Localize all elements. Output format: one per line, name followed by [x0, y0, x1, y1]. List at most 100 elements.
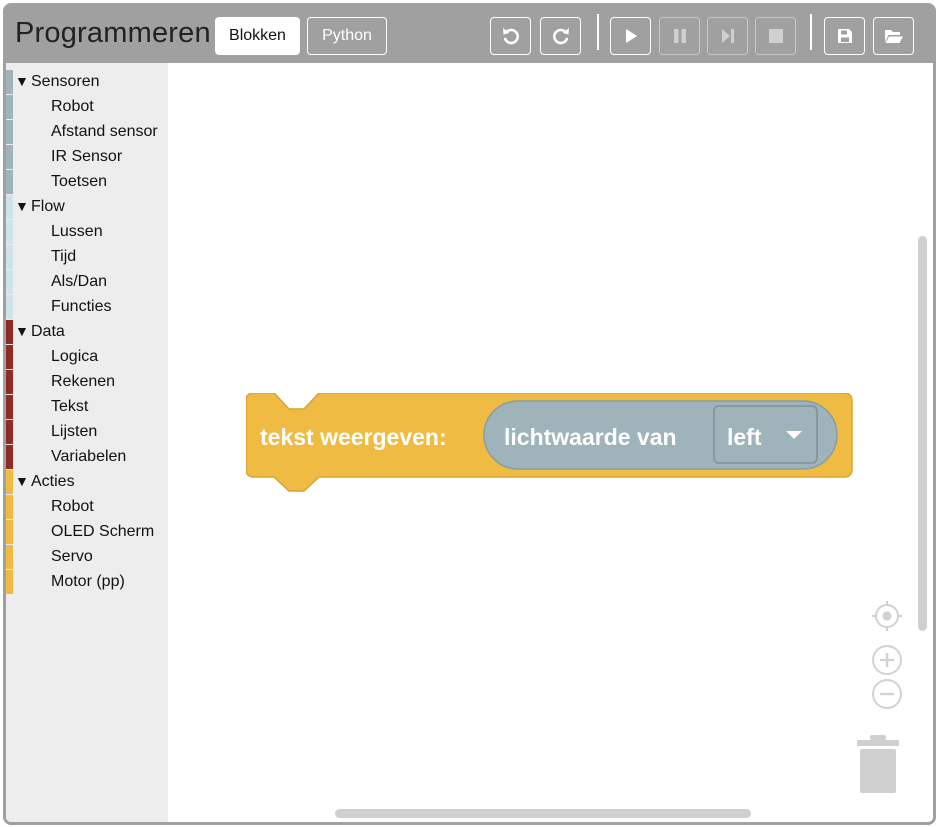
item-label: Rekenen — [51, 373, 116, 390]
toolbox-item[interactable]: OLED Scherm — [6, 520, 168, 545]
block-display-text[interactable]: tekst weergeven: lichtwaarde van left — [246, 393, 856, 493]
category-color-bar — [6, 245, 13, 269]
save-icon — [837, 29, 852, 43]
category-color-bar — [6, 195, 13, 219]
item-label: Robot — [51, 498, 94, 515]
category-label: Acties — [31, 473, 75, 490]
toolbox-item[interactable]: Lijsten — [6, 420, 168, 445]
item-label: Tekst — [51, 398, 89, 415]
category-color-bar — [6, 420, 13, 444]
pause-button[interactable] — [659, 17, 700, 55]
category-color-bar — [6, 270, 13, 294]
category-label: Flow — [31, 198, 65, 215]
stop-button[interactable] — [755, 17, 796, 55]
horizontal-scrollbar[interactable] — [335, 809, 751, 818]
sensor-dropdown[interactable]: left — [713, 405, 818, 464]
light-value-label: lichtwaarde van — [504, 424, 677, 450]
header-bar: Programmeren Blokken Python — [6, 6, 933, 63]
category-color-bar — [6, 345, 13, 369]
category-color-bar — [6, 95, 13, 119]
toolbar-divider — [810, 14, 812, 50]
category-color-bar — [6, 320, 13, 344]
category-color-bar — [6, 70, 13, 94]
toolbox-item[interactable]: Afstand sensor — [6, 120, 168, 145]
item-label: Logica — [51, 348, 99, 365]
item-label: Lijsten — [51, 423, 98, 440]
redo-icon — [552, 28, 569, 45]
toolbox-category[interactable]: ▼ Acties — [6, 470, 168, 495]
category-color-bar — [6, 370, 13, 394]
recenter-icon[interactable] — [871, 600, 903, 632]
expand-triangle-icon: ▼ — [15, 323, 29, 339]
toolbox-item[interactable]: Tijd — [6, 245, 168, 270]
toolbox-item[interactable]: Rekenen — [6, 370, 168, 395]
toolbox-item[interactable]: Toetsen — [6, 170, 168, 195]
item-label: Functies — [51, 298, 112, 315]
toolbar-divider — [597, 14, 599, 50]
undo-icon — [502, 28, 519, 45]
toolbox-item[interactable]: Robot — [6, 95, 168, 120]
save-button[interactable] — [824, 17, 865, 55]
item-label: Als/Dan — [51, 273, 108, 290]
category-color-bar — [6, 120, 13, 144]
python-mode-button[interactable]: Python — [307, 17, 387, 55]
open-button[interactable] — [873, 17, 914, 55]
category-color-bar — [6, 445, 13, 469]
item-label: OLED Scherm — [51, 523, 155, 540]
category-label: Data — [31, 323, 65, 340]
redo-button[interactable] — [540, 17, 581, 55]
expand-triangle-icon: ▼ — [15, 198, 29, 214]
content-area: ▼ Sensoren Robot Afstand sensor IR Sensor Toe… — [6, 63, 933, 822]
undo-button[interactable] — [490, 17, 531, 55]
blocks-workspace[interactable]: tekst weergeven: lichtwaarde van left — [168, 63, 933, 822]
category-color-bar — [6, 545, 13, 569]
toolbox-item[interactable]: Robot — [6, 495, 168, 520]
dropdown-value: left — [727, 424, 762, 450]
step-button[interactable] — [707, 17, 748, 55]
app-frame: Programmeren Blokken Python ▼ Sensoren R… — [3, 3, 936, 825]
play-icon — [625, 29, 637, 43]
item-label: Tijd — [51, 248, 77, 265]
app-title: Programmeren — [15, 17, 211, 49]
category-color-bar — [6, 220, 13, 244]
stop-icon — [768, 29, 783, 43]
category-color-bar — [6, 495, 13, 519]
item-label: Robot — [51, 98, 94, 115]
toolbox: ▼ Sensoren Robot Afstand sensor IR Sensor Toe… — [6, 63, 168, 822]
folder-open-icon — [884, 30, 903, 43]
category-color-bar — [6, 145, 13, 169]
toolbox-category[interactable]: ▼ Sensoren — [6, 70, 168, 95]
category-color-bar — [6, 520, 13, 544]
expand-triangle-icon: ▼ — [15, 73, 29, 89]
category-color-bar — [6, 295, 13, 319]
step-icon — [721, 29, 734, 43]
category-color-bar — [6, 570, 13, 594]
vertical-scrollbar[interactable] — [918, 236, 927, 631]
zoom-in-icon[interactable] — [871, 644, 903, 676]
item-label: IR Sensor — [51, 148, 123, 165]
item-label: Variabelen — [51, 448, 127, 465]
toolbox-category[interactable]: ▼ Data — [6, 320, 168, 345]
play-button[interactable] — [610, 17, 651, 55]
pause-icon — [673, 29, 686, 43]
trash-icon[interactable] — [856, 735, 900, 793]
toolbox-item[interactable]: Logica — [6, 345, 168, 370]
category-label: Sensoren — [31, 73, 100, 90]
item-label: Toetsen — [51, 173, 108, 190]
toolbox-item[interactable]: Tekst — [6, 395, 168, 420]
toolbox-item[interactable]: Motor (pp) — [6, 570, 168, 595]
toolbox-item[interactable]: Lussen — [6, 220, 168, 245]
toolbox-item[interactable]: Variabelen — [6, 445, 168, 470]
toolbox-item[interactable]: Servo — [6, 545, 168, 570]
toolbox-item[interactable]: IR Sensor — [6, 145, 168, 170]
toolbox-category[interactable]: ▼ Flow — [6, 195, 168, 220]
toolbox-item[interactable]: Als/Dan — [6, 270, 168, 295]
blocks-mode-button[interactable]: Blokken — [215, 17, 300, 55]
item-label: Lussen — [51, 223, 103, 240]
toolbox-item[interactable]: Functies — [6, 295, 168, 320]
category-color-bar — [6, 170, 13, 194]
zoom-out-icon[interactable] — [871, 678, 903, 710]
expand-triangle-icon: ▼ — [15, 473, 29, 489]
item-label: Motor (pp) — [51, 573, 125, 590]
item-label: Afstand sensor — [51, 123, 158, 140]
